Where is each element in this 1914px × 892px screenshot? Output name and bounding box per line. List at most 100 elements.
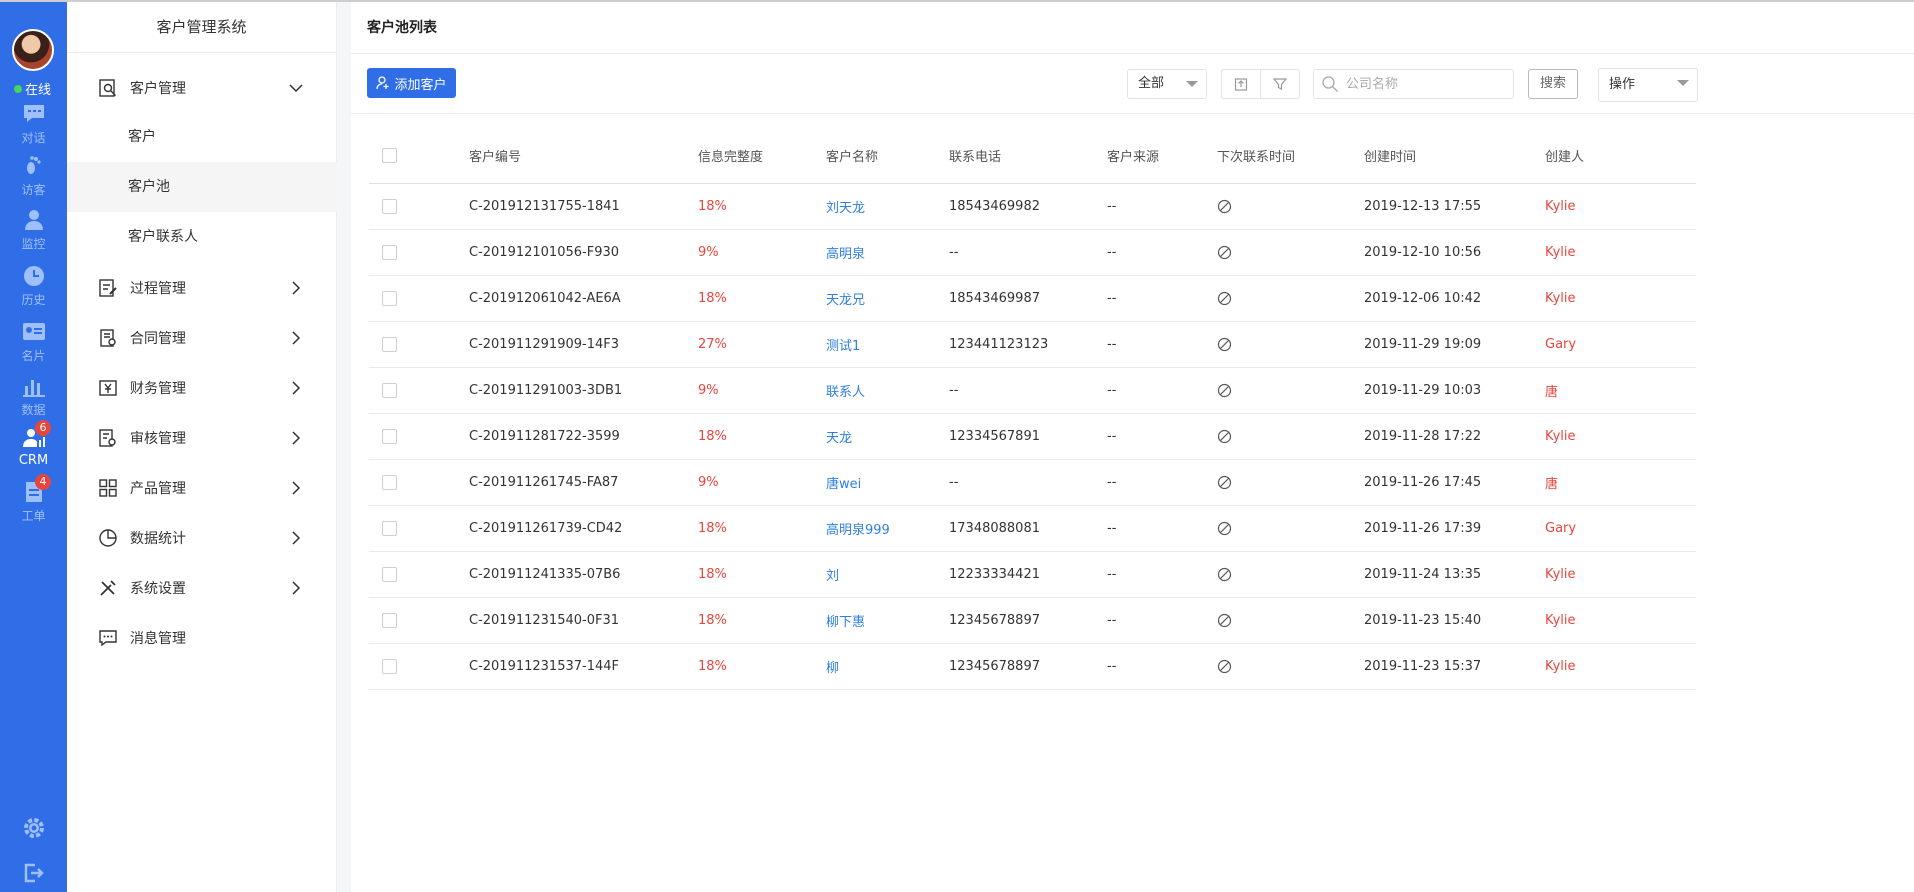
phone: 12345678897 [949, 659, 1040, 674]
customer-name-link[interactable]: 柳下惠 [826, 598, 865, 643]
search-button[interactable]: 搜索 [1528, 69, 1578, 99]
customer-id: C-201911291909-14F3 [469, 337, 620, 352]
rail-item-monitor[interactable]: 监控 [0, 208, 67, 252]
table-row[interactable]: C-201911241335-07B6 18% 刘 12233334421 -- 2019… [369, 552, 1696, 598]
add-customer-button[interactable]: 添加客户 [367, 68, 456, 98]
customer-name-link[interactable]: 唐wei [826, 460, 861, 505]
operation-select[interactable]: 操作 [1598, 68, 1698, 102]
rail-item-card[interactable]: 名片 [0, 320, 67, 364]
no-date-icon [1217, 383, 1232, 398]
table-row[interactable]: C-201911291003-3DB1 9% 联系人 -- -- 2019-11-29 1… [369, 368, 1696, 414]
source: -- [1107, 659, 1117, 674]
menu-process-management[interactable]: 过程管理 [67, 264, 337, 312]
customer-name-link[interactable]: 测试1 [826, 322, 860, 367]
submenu-customer-contacts[interactable]: 客户联系人 [67, 212, 337, 262]
next-contact-cell [1217, 460, 1232, 505]
next-contact-cell [1217, 276, 1232, 321]
source: -- [1107, 521, 1117, 536]
completeness: 18% [698, 199, 727, 214]
menu-data-statistics[interactable]: 数据统计 [67, 514, 337, 562]
row-checkbox[interactable] [382, 613, 397, 628]
rail-item-chat[interactable]: 对话 [0, 102, 67, 146]
chevron-right-icon [292, 431, 301, 445]
row-checkbox[interactable] [382, 245, 397, 260]
clock-icon [23, 266, 44, 286]
row-checkbox[interactable] [382, 429, 397, 444]
row-checkbox[interactable] [382, 291, 397, 306]
chat-icon [23, 105, 44, 122]
row-checkbox-cell [382, 644, 397, 689]
logout-button[interactable] [0, 862, 67, 888]
no-date-icon [1217, 521, 1232, 536]
creator: Kylie [1545, 199, 1576, 214]
filter-button[interactable] [1261, 70, 1299, 98]
table-row[interactable]: C-201911281722-3599 18% 天龙 12334567891 -- 201… [369, 414, 1696, 460]
submenu-customer[interactable]: 客户 [67, 112, 337, 162]
table-row[interactable]: C-201912061042-AE6A 18% 天龙兄 18543469987 -- 20… [369, 276, 1696, 322]
menu-finance-management[interactable]: 财务管理 [67, 364, 337, 412]
header-source: 客户来源 [1107, 150, 1160, 165]
phone: 123441123123 [949, 337, 1049, 352]
menu-system-settings[interactable]: 系统设置 [67, 564, 337, 612]
row-checkbox[interactable] [382, 521, 397, 536]
table-row[interactable]: C-201911231540-0F31 18% 柳下惠 12345678897 -- 20… [369, 598, 1696, 644]
customer-id: C-201911261739-CD42 [469, 521, 623, 536]
table-row[interactable]: C-201912101056-F930 9% 高明泉 -- -- 2019-12-10 1… [369, 230, 1696, 276]
rail-item-history[interactable]: 历史 [0, 264, 67, 308]
menu-audit-management[interactable]: 审核管理 [67, 414, 337, 462]
search-input[interactable] [1313, 69, 1514, 99]
table-row[interactable]: C-201911261745-FA87 9% 唐wei -- -- 2019-11-26 … [369, 460, 1696, 506]
search-icon [1322, 76, 1338, 92]
created-time: 2019-11-26 17:45 [1364, 475, 1482, 490]
row-checkbox[interactable] [382, 475, 397, 490]
menu-customer-management[interactable]: 客户管理 [67, 64, 337, 112]
product-grid-icon [99, 479, 117, 497]
menu-message-management[interactable]: 消息管理 [67, 614, 337, 662]
rail-item-visitor[interactable]: 访客 [0, 154, 67, 198]
row-checkbox[interactable] [382, 337, 397, 352]
customer-name-link[interactable]: 高明泉 [826, 230, 865, 275]
source: -- [1107, 475, 1117, 490]
created-time: 2019-11-24 13:35 [1364, 567, 1482, 582]
row-checkbox[interactable] [382, 383, 397, 398]
table-row[interactable]: C-201911291909-14F3 27% 测试1 123441123123 -- 2… [369, 322, 1696, 368]
table-row[interactable]: C-201912131755-1841 18% 刘天龙 18543469982 -- 20… [369, 184, 1696, 230]
customer-name-link[interactable]: 刘天龙 [826, 184, 865, 229]
menu-label: 财务管理 [130, 381, 186, 397]
row-checkbox-cell [382, 230, 397, 275]
rail-item-ticket[interactable]: 4 工单 [0, 474, 67, 524]
row-checkbox[interactable] [382, 567, 397, 582]
row-checkbox[interactable] [382, 199, 397, 214]
bar-chart-icon [22, 380, 45, 397]
table-row[interactable]: C-201911231537-144F 18% 柳 12345678897 -- 2019… [369, 644, 1696, 690]
customer-name-link[interactable]: 天龙兄 [826, 276, 865, 321]
submenu-customer-pool[interactable]: 客户池 [67, 162, 337, 212]
source: -- [1107, 245, 1117, 260]
rail-item-data[interactable]: 数据 [0, 374, 67, 418]
filter-select[interactable]: 全部 [1127, 69, 1207, 99]
chevron-right-icon [292, 381, 301, 395]
export-button[interactable] [1222, 70, 1261, 98]
customer-name-link[interactable]: 柳 [826, 644, 839, 689]
customer-name-link[interactable]: 联系人 [826, 368, 865, 413]
filter-select-value: 全部 [1138, 76, 1165, 91]
select-all-checkbox[interactable] [382, 148, 397, 163]
source: -- [1107, 199, 1117, 214]
menu-contract-management[interactable]: 合同管理 [67, 314, 337, 362]
online-status[interactable]: 在线 [14, 79, 51, 98]
finance-icon [99, 380, 117, 396]
phone: -- [949, 383, 959, 398]
rail-item-crm[interactable]: 6 CRM [0, 420, 67, 468]
customer-name-link[interactable]: 高明泉999 [826, 506, 890, 551]
customer-name-link[interactable]: 天龙 [826, 414, 852, 459]
chevron-right-icon [292, 481, 301, 495]
settings-button[interactable] [0, 816, 67, 844]
source: -- [1107, 337, 1117, 352]
customer-name-link[interactable]: 刘 [826, 552, 839, 597]
caret-down-icon [1186, 81, 1198, 87]
row-checkbox-cell [382, 368, 397, 413]
menu-product-management[interactable]: 产品管理 [67, 464, 337, 512]
row-checkbox[interactable] [382, 659, 397, 674]
table-row[interactable]: C-201911261739-CD42 18% 高明泉999 17348088081 -… [369, 506, 1696, 552]
avatar[interactable] [12, 29, 54, 71]
